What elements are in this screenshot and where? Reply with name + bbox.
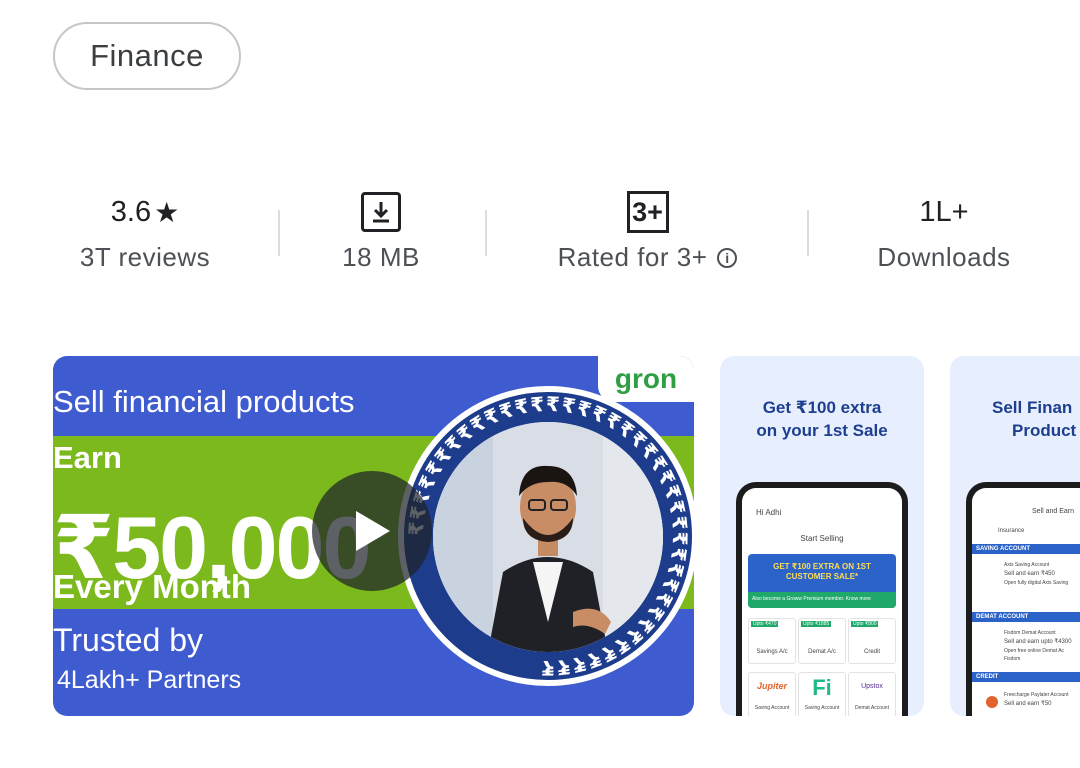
reviews-count: 3T reviews xyxy=(79,242,211,272)
screenshot-card-2[interactable]: Get ₹100 extra on your 1st Sale Hi Adhi … xyxy=(720,356,924,716)
section-label: SAVING ACCOUNT xyxy=(976,546,1030,552)
screen-tab: Insurance xyxy=(998,528,1025,534)
star-icon: ★ xyxy=(154,196,180,228)
rating-value: 3.6 xyxy=(110,195,152,228)
brand-sub: Saving Account xyxy=(804,705,840,711)
downloads-label: Downloads xyxy=(877,242,1011,272)
presenter-portrait xyxy=(433,422,663,652)
card-title: Get ₹100 extra on your 1st Sale xyxy=(720,396,924,442)
brand-sub: Saving Account xyxy=(754,705,790,711)
screen-header: Sell and Earn xyxy=(1032,508,1075,515)
section-bar: DEMAT ACCOUNT xyxy=(972,612,1080,622)
tile-badge: Upto ₹470 xyxy=(751,621,779,627)
tile-badge: Upto ₹800 xyxy=(851,621,879,627)
row-earn: Sell and earn ₹450 xyxy=(1004,571,1055,577)
row-earn: Sell and earn ₹50 xyxy=(1004,701,1052,707)
banner-subtext: Also become a Groww Premium member. Know… xyxy=(752,596,871,602)
brand-sub: Demat Account xyxy=(855,705,889,711)
promo-trusted: Trusted by xyxy=(53,622,203,658)
card-title-line2: Product xyxy=(1012,421,1077,440)
phone-mockup: Sell and Earn Insurance SAVING ACCOUNT A… xyxy=(966,482,1080,716)
brand-upstox: Upstox Demat Account xyxy=(848,672,896,716)
app-size: 18 MB xyxy=(342,242,420,272)
section-label: DEMAT ACCOUNT xyxy=(976,614,1029,620)
phone-screen: Hi Adhi Start Selling GET ₹100 EXTRA ON … xyxy=(742,488,902,716)
promo-partners: 4Lakh+ Partners xyxy=(57,666,242,694)
phone-screen: Sell and Earn Insurance SAVING ACCOUNT A… xyxy=(972,488,1080,716)
brand-name: Fi xyxy=(812,675,832,700)
tile-demat: Upto ₹1885 Demat A/c xyxy=(798,618,846,664)
row-desc: Open free online Demat Ac xyxy=(1004,648,1065,654)
offer-banner: GET ₹100 EXTRA ON 1ST CUSTOMER SALE* Als… xyxy=(748,554,896,608)
promo-period: Every Month xyxy=(53,568,252,605)
screenshot-card-3[interactable]: Sell Finan Product Sell and Earn Insuran… xyxy=(950,356,1080,716)
divider xyxy=(485,210,487,256)
rating-value-row: 3.6 ★ xyxy=(60,185,230,239)
card-title-line1: Sell Finan xyxy=(992,398,1073,417)
section-bar: SAVING ACCOUNT xyxy=(972,544,1080,554)
banner-line2: CUSTOMER SALE* xyxy=(785,572,859,581)
divider xyxy=(807,210,809,256)
brand-name: Upstox xyxy=(861,683,883,690)
tile-credit: Upto ₹800 Credit xyxy=(848,618,896,664)
row-title: Axis Saving Account xyxy=(1004,562,1050,568)
tile-savings: Upto ₹470 Savings A/c xyxy=(748,618,796,664)
brand-jupiter: Jupiter Saving Account xyxy=(748,672,796,716)
tile-label: Savings A/c xyxy=(756,649,788,655)
rating-stat[interactable]: 3.6 ★ 3T reviews xyxy=(60,185,230,273)
row-desc: Open fully digital Axis Saving xyxy=(1004,580,1069,586)
section-title: Start Selling xyxy=(800,534,844,543)
section-label: CREDIT xyxy=(976,674,999,680)
card-title-line1: Get ₹100 extra xyxy=(762,398,882,417)
tile-badge: Upto ₹1885 xyxy=(801,621,832,627)
brand-name: Jupiter xyxy=(756,681,787,691)
row-earn: Sell and earn upto ₹4300 xyxy=(1004,639,1072,645)
brand-fi: Fi Saving Account xyxy=(798,672,846,716)
phone-mockup: Hi Adhi Start Selling GET ₹100 EXTRA ON … xyxy=(736,482,908,716)
section-bar: CREDIT xyxy=(972,672,1080,682)
content-rating-stat[interactable]: 3+ Rated for 3+ i xyxy=(540,185,755,273)
groww-logo: gron xyxy=(598,356,694,402)
category-chip-finance[interactable]: Finance xyxy=(53,22,241,90)
card-title: Sell Finan Product xyxy=(992,396,1080,442)
banner-footer: Also become a Groww Premium member. Know… xyxy=(748,592,896,608)
tile-label: Credit xyxy=(863,649,880,655)
promo-headline: Sell financial products xyxy=(53,384,355,419)
size-icon-row xyxy=(310,185,452,239)
card-title-line2: on your 1st Sale xyxy=(756,421,888,440)
content-rating-label: Rated for 3+ xyxy=(557,242,708,272)
play-button[interactable] xyxy=(312,471,432,591)
rated-icon-row: 3+ xyxy=(540,185,755,239)
rated-3-plus-icon: 3+ xyxy=(626,191,669,233)
row-desc: Fisdom xyxy=(1004,656,1021,662)
greeting-text: Hi Adhi xyxy=(756,508,782,517)
info-icon[interactable]: i xyxy=(717,247,738,268)
download-icon xyxy=(361,192,401,232)
divider xyxy=(278,210,280,256)
promo-earn: Earn xyxy=(53,440,122,475)
promo-video-thumbnail[interactable]: ₹₹₹₹₹₹₹₹₹₹₹₹₹₹₹₹₹₹₹₹₹₹₹₹₹₹₹₹₹₹₹₹₹₹₹₹₹₹₹₹… xyxy=(53,356,694,716)
freecharge-logo xyxy=(986,696,998,708)
downloads-value: 1L+ xyxy=(919,195,969,228)
tile-label: Demat A/c xyxy=(808,649,836,655)
play-icon xyxy=(356,511,390,551)
downloads-stat: 1L+ Downloads xyxy=(860,185,1028,273)
banner-line1: GET ₹100 EXTRA ON 1ST xyxy=(773,562,871,571)
content-rating-label-row: Rated for 3+ i xyxy=(540,242,755,273)
row-title: Freecharge Paylater Account xyxy=(1004,692,1069,698)
size-stat: 18 MB xyxy=(310,185,452,273)
row-title: Fisdom Demat Account xyxy=(1004,630,1056,636)
